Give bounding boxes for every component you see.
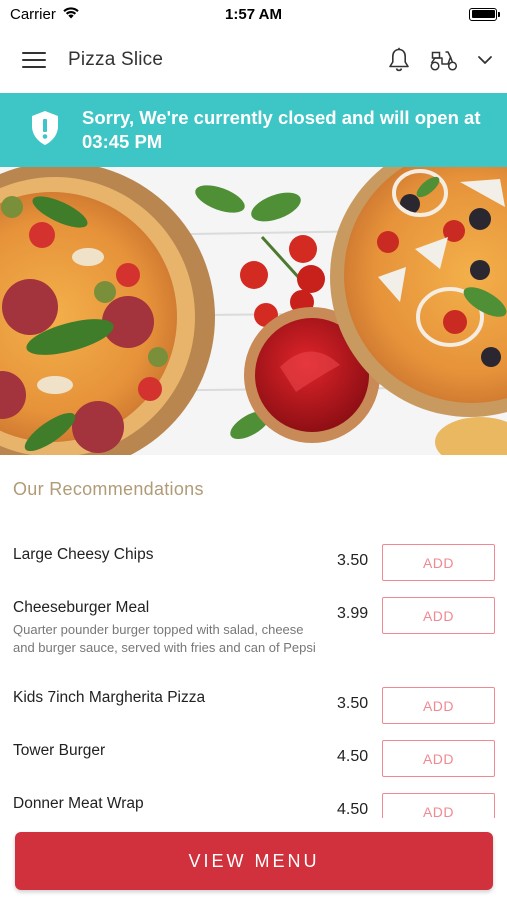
hamburger-menu-icon[interactable] — [20, 50, 48, 70]
item-description: Quarter pounder burger topped with salad… — [13, 622, 316, 655]
item-price: 4.50 — [337, 748, 369, 765]
status-bar: Carrier 1:57 AM — [0, 0, 507, 28]
add-button[interactable]: ADD — [382, 597, 495, 634]
scooter-icon[interactable] — [429, 48, 459, 72]
add-button[interactable]: ADD — [382, 740, 495, 777]
item-price: 3.50 — [337, 695, 369, 712]
item-price: 3.50 — [337, 552, 369, 569]
item-price: 4.50 — [337, 801, 369, 818]
add-button[interactable]: ADD — [382, 544, 495, 581]
item-name: Donner Meat Wrap — [13, 795, 144, 812]
pizza-hero-image — [0, 167, 507, 455]
restaurant-title: Pizza Slice — [68, 49, 164, 70]
carrier-group: Carrier — [10, 6, 80, 23]
carrier-label: Carrier — [10, 5, 56, 23]
battery-icon — [469, 7, 500, 21]
recommendations-title: Our Recommendations — [13, 479, 204, 499]
wifi-icon — [62, 6, 80, 23]
item-name: Tower Burger — [13, 742, 106, 759]
item-name: Large Cheesy Chips — [13, 546, 154, 563]
closed-notice-banner: Sorry, We're currently closed and will o… — [0, 93, 507, 167]
view-menu-button[interactable]: VIEW MENU — [15, 832, 493, 890]
shield-alert-icon — [30, 110, 64, 151]
chevron-down-icon[interactable] — [477, 54, 493, 66]
nav-actions — [387, 47, 493, 73]
bell-icon[interactable] — [387, 47, 411, 73]
item-name: Kids 7inch Margherita Pizza — [13, 689, 206, 706]
item-price: 3.99 — [337, 605, 369, 622]
add-button[interactable]: ADD — [382, 687, 495, 724]
item-name: Cheeseburger Meal — [13, 599, 150, 616]
top-navbar: Pizza Slice — [0, 28, 507, 92]
closed-message: Sorry, We're currently closed and will o… — [82, 107, 481, 152]
